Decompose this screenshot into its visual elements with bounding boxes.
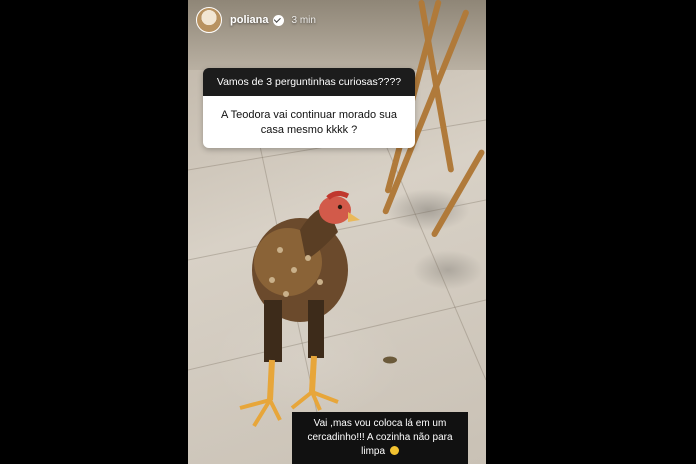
reply-text: Vai ,mas vou coloca lá em um cercadinho!… (307, 418, 453, 457)
story-frame: poliana 3 min Vamos de 3 perguntinhas cu… (188, 0, 486, 464)
username[interactable]: poliana (230, 14, 269, 26)
question-text: A Teodora vai continuar morado sua casa … (203, 96, 415, 148)
post-time: 3 min (291, 14, 316, 26)
verified-badge-icon (272, 14, 284, 26)
emoji-face-icon (389, 446, 399, 455)
avatar[interactable] (196, 7, 222, 33)
question-sticker-header: Vamos de 3 perguntinhas curiosas???? (203, 68, 415, 96)
reply-caption: Vai ,mas vou coloca lá em um cercadinho!… (292, 412, 468, 464)
question-sticker[interactable]: Vamos de 3 perguntinhas curiosas???? A T… (203, 68, 415, 148)
story-header: poliana 3 min (188, 0, 486, 40)
